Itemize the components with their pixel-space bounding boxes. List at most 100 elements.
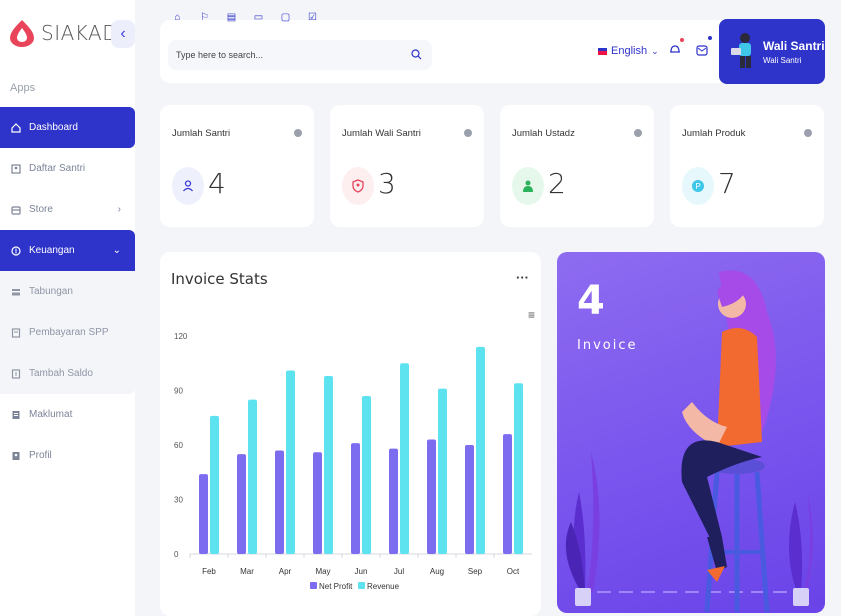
sidebar-item-label: Profil xyxy=(29,450,52,461)
bar-revenue xyxy=(400,363,409,554)
sidebar-item-label: Store xyxy=(29,204,53,215)
x-tick-label: May xyxy=(315,567,330,576)
sidebar-item-label: Tambah Saldo xyxy=(29,368,93,379)
x-tick-label: Aug xyxy=(430,567,444,576)
sidebar-item-label: Keuangan xyxy=(29,245,75,256)
x-tick-label: Oct xyxy=(507,567,520,576)
profile-icon xyxy=(12,451,20,460)
legend-label: Revenue xyxy=(367,582,400,591)
id-card-icon xyxy=(11,163,21,174)
bar-net-profit xyxy=(313,452,322,554)
bar-net-profit xyxy=(389,448,398,554)
sidebar-item-label: Pembayaran SPP xyxy=(29,327,109,338)
search-input[interactable]: Type here to search... xyxy=(168,40,432,70)
stat-card-wali-santri: Jumlah Wali Santri 3 xyxy=(330,105,484,227)
stat-title: Jumlah Wali Santri xyxy=(342,128,421,139)
logo[interactable]: SIAKAD xyxy=(8,18,118,48)
receipt-icon xyxy=(11,327,21,338)
info-icon[interactable] xyxy=(294,129,302,137)
chat-shortcut-icon[interactable]: ▭ xyxy=(251,10,266,25)
sidebar-item-daftar-santri[interactable]: Daftar Santri xyxy=(0,148,135,189)
stat-card-santri: Jumlah Santri 4 xyxy=(160,105,314,227)
home-icon xyxy=(11,122,21,133)
flag-shortcut-icon[interactable]: ⚐ xyxy=(197,10,212,25)
sidebar-item-tambah-saldo[interactable]: Tambah Saldo xyxy=(0,353,135,394)
bar-net-profit xyxy=(237,454,246,554)
x-tick-label: Mar xyxy=(240,567,254,576)
sidebar-item-dashboard[interactable]: Dashboard xyxy=(0,107,135,148)
legend-label: Net Profit xyxy=(319,582,353,591)
woman-on-stool-illustration xyxy=(565,270,813,613)
bar-net-profit xyxy=(503,434,512,554)
info-icon[interactable] xyxy=(804,129,812,137)
document-shortcut-icon[interactable]: ▤ xyxy=(224,10,239,25)
svg-text:P: P xyxy=(695,182,700,191)
keuangan-submenu: Tabungan Pembayaran SPP Tambah Saldo xyxy=(0,271,135,394)
stat-title: Jumlah Ustadz xyxy=(512,128,575,139)
chevron-down-icon: ⌄ xyxy=(112,245,121,256)
wallet-icon xyxy=(12,288,20,295)
sidebar-item-label: Dashboard xyxy=(29,122,78,133)
user-icon xyxy=(183,180,193,192)
plant-left-illustration xyxy=(565,452,600,606)
y-tick-label: 90 xyxy=(174,387,183,396)
y-tick-label: 60 xyxy=(174,441,183,450)
stat-value: 7 xyxy=(718,167,736,200)
info-icon[interactable] xyxy=(634,129,642,137)
message-dot xyxy=(708,36,712,40)
user-profile-button[interactable]: Wali Santri Wali Santri xyxy=(719,19,825,84)
check-shortcut-icon[interactable]: ☑ xyxy=(305,10,320,25)
y-tick-label: 30 xyxy=(174,496,183,505)
avatar xyxy=(731,33,751,68)
invoice-stats-panel: Invoice Stats ··· ≡ 0 30 60 90 120 Feb Mar Apr M… xyxy=(160,252,541,616)
sidebar-item-label: Tabungan xyxy=(29,286,73,297)
stat-icon-bg xyxy=(512,167,544,205)
sidebar-item-tabungan[interactable]: Tabungan xyxy=(0,271,135,312)
section-label: Apps xyxy=(10,82,36,94)
bar-revenue xyxy=(286,370,295,554)
sidebar-item-keuangan[interactable]: Keuangan ⌄ xyxy=(0,230,135,271)
x-tick-label: Feb xyxy=(202,567,216,576)
sidebar-item-profil[interactable]: Profil xyxy=(0,435,135,476)
sidebar-item-pembayaran-spp[interactable]: Pembayaran SPP xyxy=(0,312,135,353)
product-icon: P xyxy=(692,180,704,192)
shield-user-icon xyxy=(352,179,364,193)
bell-icon[interactable] xyxy=(668,42,682,56)
bar-revenue xyxy=(210,415,219,554)
store-icon xyxy=(11,205,21,215)
x-tick-label: Apr xyxy=(279,567,292,576)
sidebar-item-maklumat[interactable]: Maklumat xyxy=(0,394,135,435)
sidebar-item-label: Daftar Santri xyxy=(29,163,86,174)
bar-net-profit xyxy=(351,443,360,554)
stat-value: 2 xyxy=(548,167,566,200)
search-icon[interactable] xyxy=(411,49,422,60)
sidebar-item-label: Maklumat xyxy=(29,409,73,420)
home-shortcut-icon[interactable]: ⌂ xyxy=(170,10,185,25)
chevron-down-icon: ⌄ xyxy=(651,45,659,56)
user-role: Wali Santri xyxy=(763,56,802,65)
bar-revenue xyxy=(438,388,447,554)
collapse-sidebar-button[interactable]: ‹ xyxy=(111,20,135,48)
user-name: Wali Santri xyxy=(763,39,825,53)
stat-icon-bg xyxy=(342,167,374,205)
note-shortcut-icon[interactable]: ▢ xyxy=(278,10,293,25)
bar-net-profit xyxy=(199,474,208,554)
stat-value: 3 xyxy=(378,167,396,200)
plant-right-illustration xyxy=(788,492,813,606)
bar-revenue xyxy=(324,375,333,554)
app-name: SIAKAD xyxy=(41,21,119,45)
legend-swatch xyxy=(358,582,365,589)
stat-icon-bg xyxy=(172,167,204,205)
sidebar-item-store[interactable]: Store › xyxy=(0,189,135,230)
mail-icon[interactable] xyxy=(696,44,708,56)
language-selector[interactable]: English ⌄ xyxy=(598,45,659,57)
info-icon[interactable] xyxy=(464,129,472,137)
logo-icon xyxy=(10,20,34,47)
bar-revenue xyxy=(476,346,485,554)
invoice-panel: 4 Invoice xyxy=(557,252,825,613)
flag-icon xyxy=(598,47,607,55)
x-tick-label: Jun xyxy=(355,567,368,576)
stat-value: 4 xyxy=(208,167,226,200)
teacher-icon xyxy=(523,180,533,192)
bar-net-profit xyxy=(275,450,284,554)
